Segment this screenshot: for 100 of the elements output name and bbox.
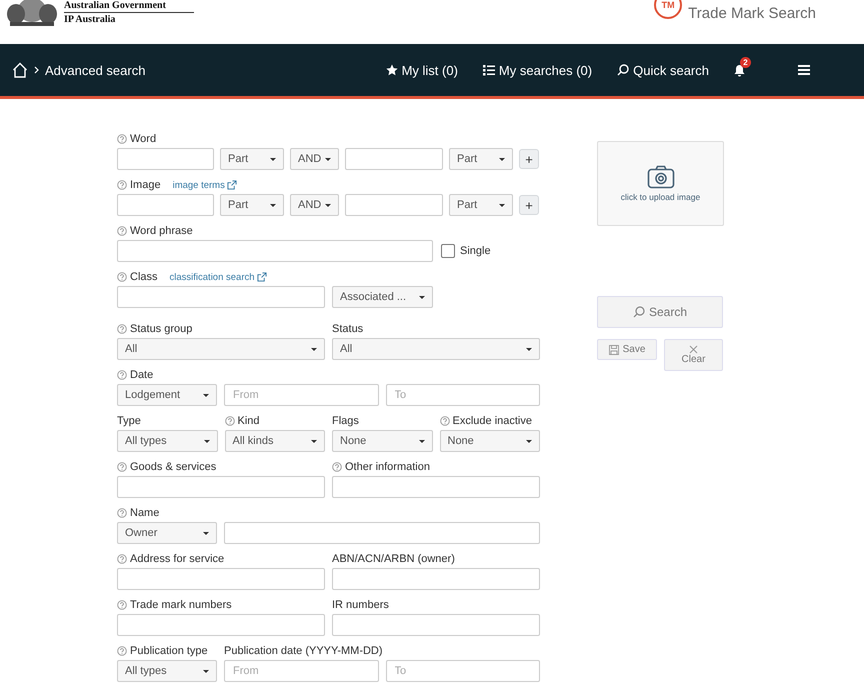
dropdown[interactable]: AND [290,148,339,170]
field-label: Exclude inactive [452,415,532,427]
chevron-icon [34,66,39,74]
text-field[interactable] [117,614,325,636]
help-icon[interactable] [117,226,127,236]
help-icon[interactable] [117,554,127,564]
text-field[interactable] [117,194,214,216]
nav-link[interactable]: Quick search [617,62,709,78]
menu-icon[interactable] [798,65,810,75]
text-field[interactable]: From [224,660,378,682]
caret-icon [526,440,532,442]
nav-link[interactable]: My searches (0) [482,62,592,78]
text-field[interactable] [332,568,540,590]
list-icon [482,64,495,76]
help-icon[interactable] [224,416,234,426]
notifications-button[interactable]: 2 [734,56,751,76]
dropdown[interactable]: Part [220,194,284,216]
field-label: Trade mark numbers [130,599,232,611]
field-label: Publication date (YYYY-MM-DD) [224,645,383,657]
help-icon[interactable] [117,508,127,518]
text-field[interactable] [117,148,214,170]
help-icon[interactable] [440,416,450,426]
field-label: Kind [238,415,260,427]
bell-icon [734,64,745,76]
help-link[interactable]: classification search [170,272,267,282]
clear-button[interactable]: Clear [664,339,723,371]
save-button[interactable]: Save [597,339,657,360]
text-field[interactable] [117,240,433,262]
caret-icon [270,204,276,206]
dropdown[interactable]: All types [117,430,218,452]
nav-link[interactable]: My list (0) [386,62,458,78]
dropdown[interactable]: None [440,430,540,452]
caret-icon [499,158,505,160]
checkbox[interactable] [441,244,455,258]
dropdown[interactable]: Part [449,194,513,216]
text-field[interactable] [117,568,325,590]
text-field[interactable]: From [224,384,378,406]
caret-icon [499,204,505,206]
dropdown[interactable]: All [117,338,325,360]
text-field[interactable] [117,476,325,498]
field-label: Word [130,133,156,145]
dropdown[interactable]: Part [449,148,513,170]
field-label: Date [130,369,154,381]
dropdown[interactable]: Associated ... [332,286,433,308]
help-icon[interactable] [117,600,127,610]
caret-icon [325,158,331,160]
agency-name: Australian Government [64,0,194,13]
field-label: Type [117,415,141,427]
field-label: Word phrase [130,225,193,237]
help-icon[interactable] [117,462,127,472]
caret-icon [311,440,317,442]
text-field[interactable]: To [386,660,540,682]
field-label: Status [332,323,364,335]
app-title: Trade Mark Search [688,5,816,22]
text-field[interactable] [117,286,325,308]
help-icon[interactable] [117,324,127,334]
save-icon [608,344,619,354]
help-icon[interactable] [117,272,127,282]
add-button[interactable]: + [519,195,539,215]
search-button[interactable]: Search [597,296,723,328]
dropdown[interactable]: None [332,430,432,452]
text-field[interactable] [345,194,443,216]
text-field[interactable] [345,148,443,170]
caret-icon [204,440,210,442]
crest-drawing [4,0,60,28]
external-link-icon [256,272,267,282]
text-field[interactable]: To [386,384,540,406]
field-label: Goods & services [130,461,216,473]
text-field[interactable] [332,614,540,636]
field-label: ABN/ACN/ARBN (owner) [332,553,455,565]
text-field[interactable] [332,476,540,498]
help-link[interactable]: image terms [172,180,237,190]
dropdown[interactable]: AND [290,194,339,216]
help-icon[interactable] [117,180,127,190]
text-field[interactable] [224,522,540,544]
caret-icon [203,532,209,534]
field-label: Class [130,271,158,283]
upload-area[interactable]: click to upload image [597,141,724,226]
help-icon[interactable] [117,134,127,144]
help-icon[interactable] [117,370,127,380]
dropdown[interactable]: Part [220,148,284,170]
help-icon[interactable] [117,646,127,656]
caret-icon [203,670,209,672]
field-label: Publication type [130,645,208,657]
search-icon [617,64,630,76]
add-button[interactable]: + [519,149,539,169]
home-icon[interactable] [12,62,28,78]
caret-icon [419,296,425,298]
dropdown[interactable]: All [332,338,540,360]
help-icon[interactable] [332,462,342,472]
external-link-icon [226,180,237,190]
field-label: Status group [130,323,192,335]
dropdown[interactable]: All types [117,660,217,682]
star-icon [386,64,398,76]
dropdown[interactable]: Owner [117,522,217,544]
field-label: Address for service [130,553,224,565]
search-icon [632,306,645,318]
camera-icon [646,165,674,189]
dropdown[interactable]: All kinds [224,430,325,452]
dropdown[interactable]: Lodgement [117,384,217,406]
